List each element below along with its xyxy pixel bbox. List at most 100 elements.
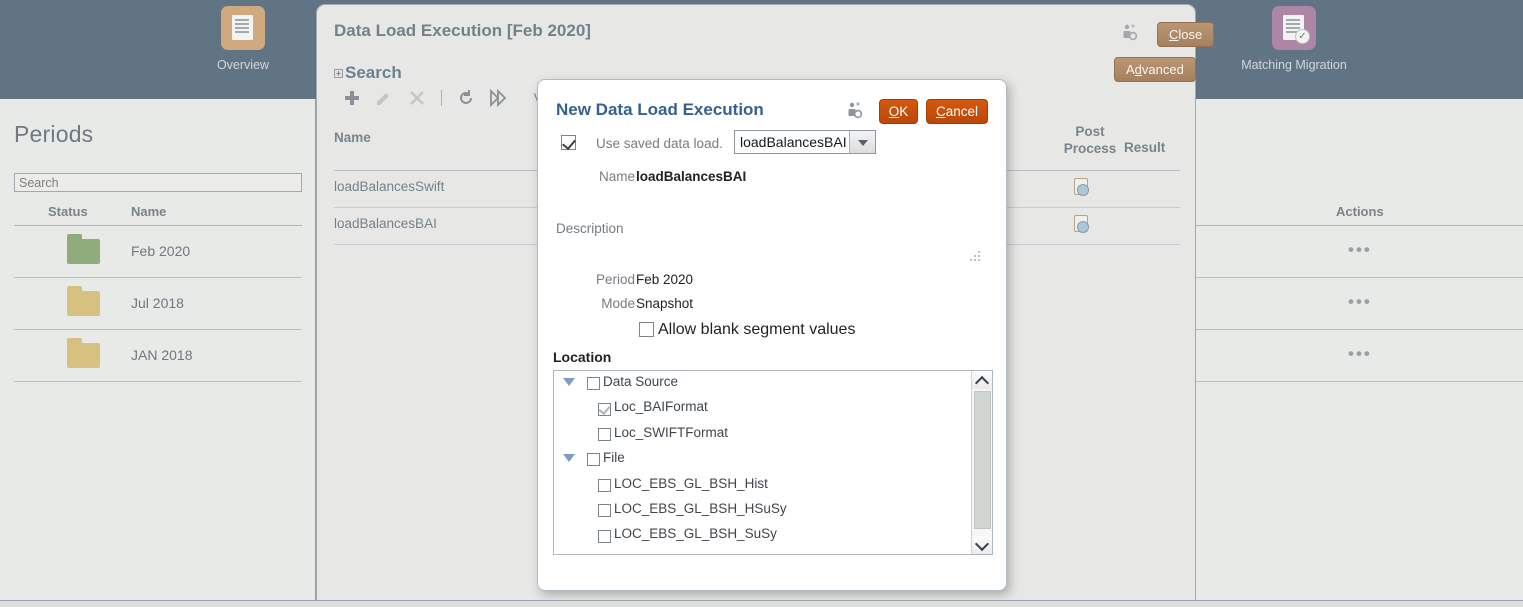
use-saved-data-load-label: Use saved data load. <box>596 136 723 151</box>
matching-migration-icon: ✓ <box>1272 6 1316 50</box>
clipboard-check-icon[interactable] <box>1074 215 1088 232</box>
close-button[interactable]: Close <box>1157 22 1214 47</box>
tree-node[interactable]: LOC_EBS_GL_BSH_SuSy <box>554 523 972 548</box>
table-row[interactable]: Feb 2020 <box>14 226 302 278</box>
actions-column: Actions ••• ••• ••• <box>1196 99 1523 607</box>
tree-node[interactable]: Data Source <box>554 371 972 396</box>
periods-panel: Periods Status Name Feb 2020 Jul 2018 JA… <box>0 99 316 607</box>
table-row: ••• <box>1196 330 1523 382</box>
edit-icon <box>373 87 396 109</box>
saved-data-load-select[interactable]: loadBalancesBAI <box>734 130 876 154</box>
description-resize-grip[interactable] <box>968 249 982 263</box>
expand-icon: + <box>334 69 343 78</box>
tree-node[interactable]: Loc_SWIFTFormat <box>554 422 972 447</box>
name-value: loadBalancesBAI <box>636 169 746 184</box>
tree-node[interactable]: LOC_EBS_GL_BSH_HSuSy <box>554 498 972 523</box>
nav-tile-overview[interactable]: Overview <box>183 6 303 72</box>
use-saved-data-load-checkbox[interactable] <box>561 134 576 152</box>
scroll-up-icon[interactable] <box>972 371 992 389</box>
column-header-name: Name <box>334 130 371 145</box>
tree-node-checkbox[interactable] <box>587 451 600 469</box>
tree-node-checkbox[interactable] <box>598 527 611 545</box>
refresh-icon[interactable] <box>455 87 478 109</box>
search-section-toggle[interactable]: +Search <box>334 63 402 83</box>
add-icon[interactable] <box>341 87 364 109</box>
chevron-down-icon[interactable] <box>563 454 575 462</box>
location-section-header: Location <box>553 349 611 365</box>
folder-icon <box>67 239 100 264</box>
tree-node-label: File <box>603 450 625 465</box>
folder-icon <box>67 343 100 368</box>
tree-node-label: LOC_EBS_GL_BSH_Hist <box>614 476 768 491</box>
periods-table-header: Status Name <box>14 198 302 226</box>
period-name: JAN 2018 <box>131 347 192 363</box>
overview-doc-icon <box>221 6 265 50</box>
tree-node[interactable]: File <box>554 447 972 472</box>
run-all-icon[interactable] <box>487 87 510 109</box>
allow-blank-segment-checkbox[interactable] <box>639 321 654 339</box>
column-header-post-process: Post Process <box>1062 123 1118 157</box>
folder-icon <box>67 291 100 316</box>
row-actions-menu[interactable]: ••• <box>1348 292 1372 312</box>
ok-button[interactable]: OK <box>879 99 918 124</box>
allow-blank-segment-label: Allow blank segment values <box>658 321 855 339</box>
scrollbar-thumb[interactable] <box>974 391 991 529</box>
window-title: Data Load Execution [Feb 2020] <box>334 21 591 41</box>
periods-title: Periods <box>14 121 93 148</box>
description-label: Description <box>556 221 624 236</box>
name-label: Name <box>585 169 635 184</box>
tree-node[interactable]: LOC_EBS_GL_BSH_Hist <box>554 473 972 498</box>
tree-node-label: LOC_EBS_GL_BSH_SuSy <box>614 526 777 541</box>
actions-column-header: Actions <box>1196 198 1523 226</box>
tree-node-checkbox[interactable] <box>598 477 611 495</box>
table-row: ••• <box>1196 278 1523 330</box>
data-load-name: loadBalancesBAI <box>334 216 437 231</box>
tree-node-checkbox[interactable] <box>587 375 600 393</box>
new-data-load-execution-dialog: New Data Load Execution OK Cancel Use sa… <box>537 79 1007 591</box>
tree-node-label: VisOne_EE_SubSys <box>614 552 738 555</box>
tree-vertical-scrollbar[interactable] <box>971 371 992 554</box>
tree-node-checkbox[interactable] <box>598 553 611 555</box>
chevron-down-icon <box>849 131 875 153</box>
saved-data-load-value: loadBalancesBAI <box>740 134 847 150</box>
periods-table: Status Name Feb 2020 Jul 2018 JAN 2018 <box>14 198 302 382</box>
personalize-icon[interactable] <box>1118 22 1140 44</box>
column-header-status: Status <box>48 204 88 219</box>
row-actions-menu[interactable]: ••• <box>1348 240 1372 260</box>
clipboard-check-icon[interactable] <box>1074 178 1088 195</box>
nav-tile-label: Matching Migration <box>1234 58 1354 72</box>
column-header-name: Name <box>131 204 166 219</box>
tree-node-label: LOC_EBS_GL_BSH_HSuSy <box>614 501 787 516</box>
table-row: ••• <box>1196 226 1523 278</box>
tree-node-checkbox[interactable] <box>598 400 611 418</box>
location-tree: Data Source Loc_BAIFormat Loc_SWIFTForma… <box>553 370 993 555</box>
column-header-actions: Actions <box>1336 204 1384 219</box>
nav-tile-label: Overview <box>183 58 303 72</box>
table-row[interactable]: JAN 2018 <box>14 330 302 382</box>
scroll-down-icon[interactable] <box>972 536 992 554</box>
nav-tile-matching-migration[interactable]: ✓ Matching Migration <box>1234 6 1354 72</box>
advanced-button[interactable]: Advanced <box>1114 57 1196 82</box>
table-row[interactable]: Jul 2018 <box>14 278 302 330</box>
tree-node-checkbox[interactable] <box>598 426 611 444</box>
tree-node-checkbox[interactable] <box>598 502 611 520</box>
mode-label: Mode <box>586 296 635 311</box>
cancel-button[interactable]: Cancel <box>926 99 988 124</box>
personalize-icon[interactable] <box>843 100 865 122</box>
tree-node-label: Data Source <box>603 374 678 389</box>
chevron-down-icon[interactable] <box>563 378 575 386</box>
tree-node[interactable]: VisOne_EE_SubSys <box>554 549 972 555</box>
mode-value: Snapshot <box>636 296 693 311</box>
delete-icon <box>406 87 429 109</box>
location-tree-scrollarea: Data Source Loc_BAIFormat Loc_SWIFTForma… <box>554 371 972 555</box>
periods-search-input[interactable] <box>14 173 302 192</box>
tree-node[interactable]: Loc_BAIFormat <box>554 396 972 421</box>
period-value: Feb 2020 <box>636 272 693 287</box>
period-name: Feb 2020 <box>131 243 190 259</box>
row-actions-menu[interactable]: ••• <box>1348 344 1372 364</box>
dialog-title: New Data Load Execution <box>556 100 764 120</box>
tree-node-label: Loc_BAIFormat <box>614 399 708 414</box>
search-section-label: Search <box>345 63 402 82</box>
column-header-result: Result <box>1124 140 1165 155</box>
tree-node-label: Loc_SWIFTFormat <box>614 425 728 440</box>
